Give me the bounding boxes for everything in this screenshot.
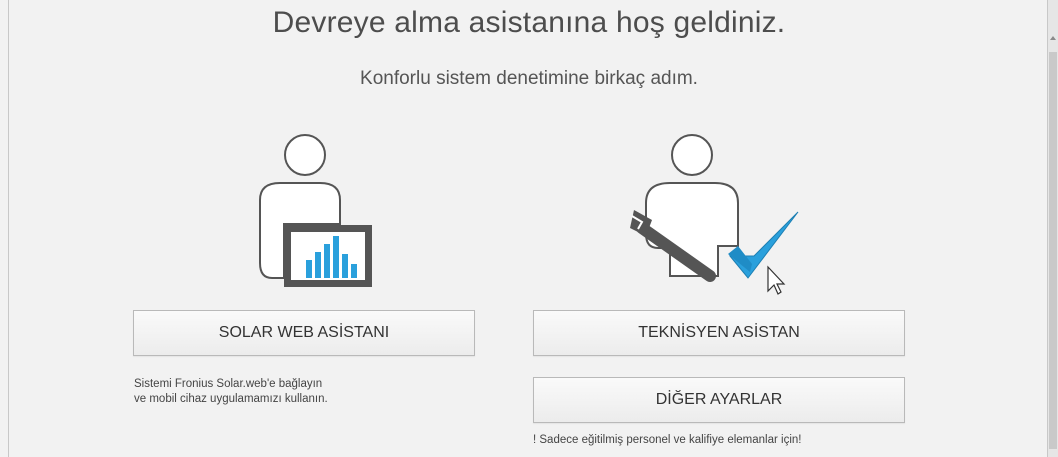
solar-web-note-line1: Sistemi Fronius Solar.web'e bağlayın (134, 378, 323, 390)
solar-web-note: Sistemi Fronius Solar.web'e bağlayın ve … (134, 377, 328, 407)
user-with-monitor-chart-icon (259, 134, 372, 287)
page-title: Devreye alma asistanına hoş geldiniz. (272, 6, 786, 39)
technician-warning-note: ! Sadece eğitilmiş personel ve kalifiye … (533, 434, 802, 446)
technician-assistant-button[interactable]: TEKNİSYEN ASİSTAN (533, 310, 905, 356)
technician-wrench-checkmark-icon (630, 134, 799, 295)
page-subtitle: Konforlu sistem denetimine birkaç adım. (360, 68, 698, 89)
other-settings-button[interactable]: DİĞER AYARLAR (533, 377, 905, 423)
solar-web-assistant-button[interactable]: SOLAR WEB ASİSTANI (133, 310, 475, 356)
scrollbar-thumb[interactable] (1049, 52, 1057, 449)
solar-web-note-line2: ve mobil cihaz uygulamamızı kullanın. (134, 393, 328, 405)
mouse-cursor-icon (767, 265, 786, 295)
